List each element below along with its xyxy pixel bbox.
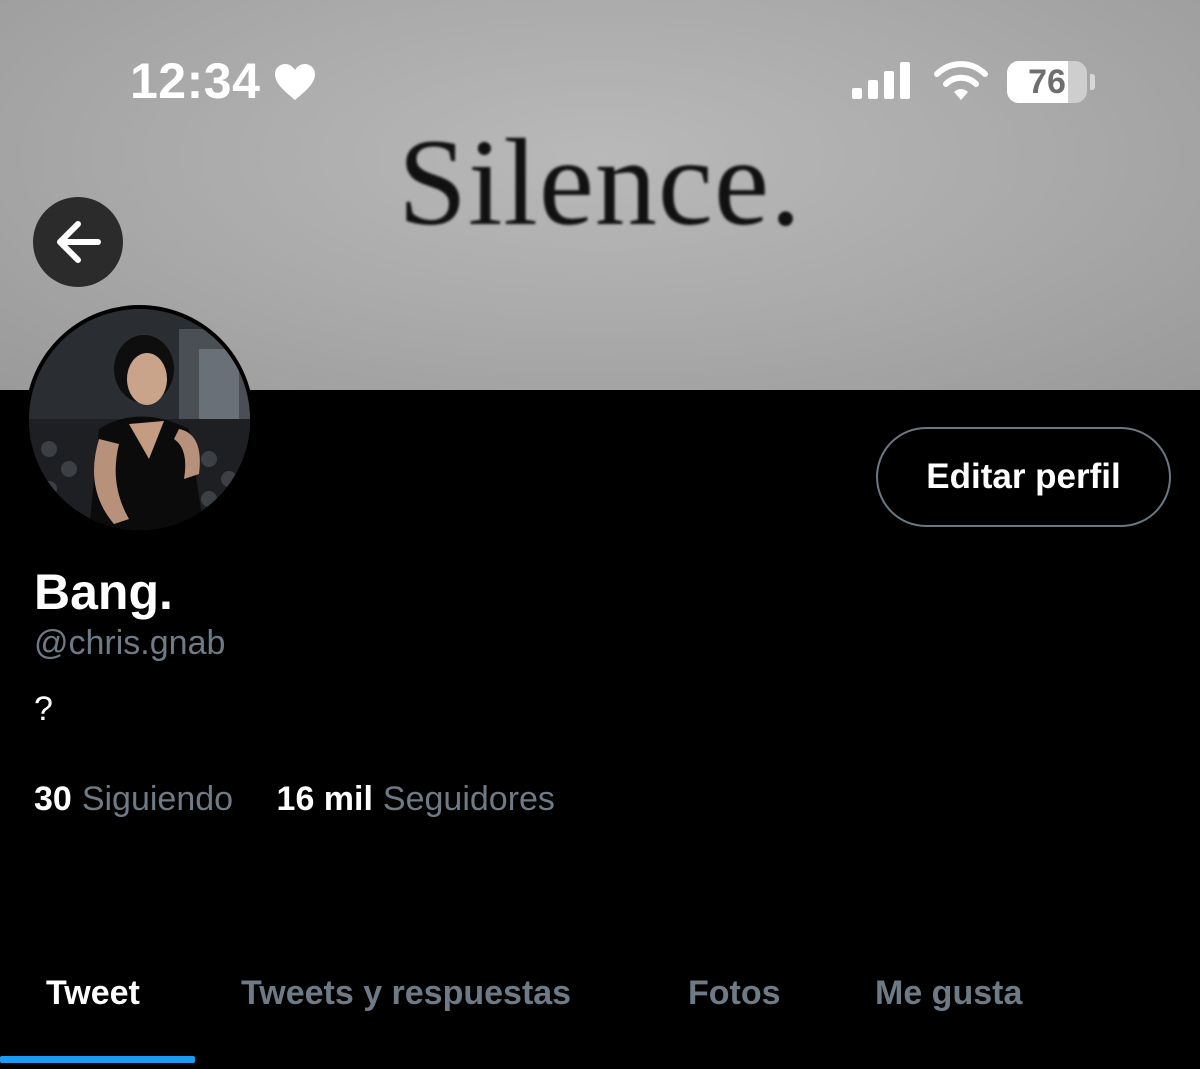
edit-profile-button[interactable]: Editar perfil <box>876 427 1171 527</box>
cellular-signal-icon <box>852 62 910 99</box>
heart-icon <box>275 64 315 100</box>
tab-tweet[interactable]: Tweet <box>46 974 140 1013</box>
back-arrow-icon <box>57 221 101 263</box>
followers-count: 16 mil <box>276 780 373 818</box>
status-time: 12:34 <box>130 53 261 109</box>
user-handle: @chris.gnab <box>34 624 226 662</box>
battery-level: 76 <box>1028 63 1066 101</box>
tab-likes[interactable]: Me gusta <box>875 974 1022 1013</box>
following-count: 30 <box>34 780 72 818</box>
battery-icon: 76 <box>1007 61 1095 103</box>
back-button[interactable] <box>33 197 123 287</box>
following-link[interactable]: 30 Siguiendo <box>34 780 233 819</box>
wifi-icon <box>934 61 988 100</box>
followers-label: Seguidores <box>382 780 555 818</box>
battery-tip <box>1090 74 1095 90</box>
profile-bio: ? <box>34 690 53 728</box>
followers-link[interactable]: 16 mil Seguidores <box>277 780 555 819</box>
tab-photos[interactable]: Fotos <box>688 974 781 1013</box>
avatar-photo <box>29 309 250 530</box>
active-tab-indicator <box>0 1056 195 1063</box>
avatar[interactable] <box>25 305 254 534</box>
follow-stats: 30 Siguiendo 16 mil Seguidores <box>34 780 555 819</box>
tab-tweets-and-replies[interactable]: Tweets y respuestas <box>241 974 571 1013</box>
display-name: Bang. <box>34 564 173 620</box>
following-label: Siguiendo <box>81 780 234 818</box>
status-bar: 12:34 76 <box>0 0 1200 160</box>
battery-body: 76 <box>1007 61 1087 103</box>
profile-tabs: Tweet Tweets y respuestas Fotos Me gusta <box>0 960 1200 1069</box>
